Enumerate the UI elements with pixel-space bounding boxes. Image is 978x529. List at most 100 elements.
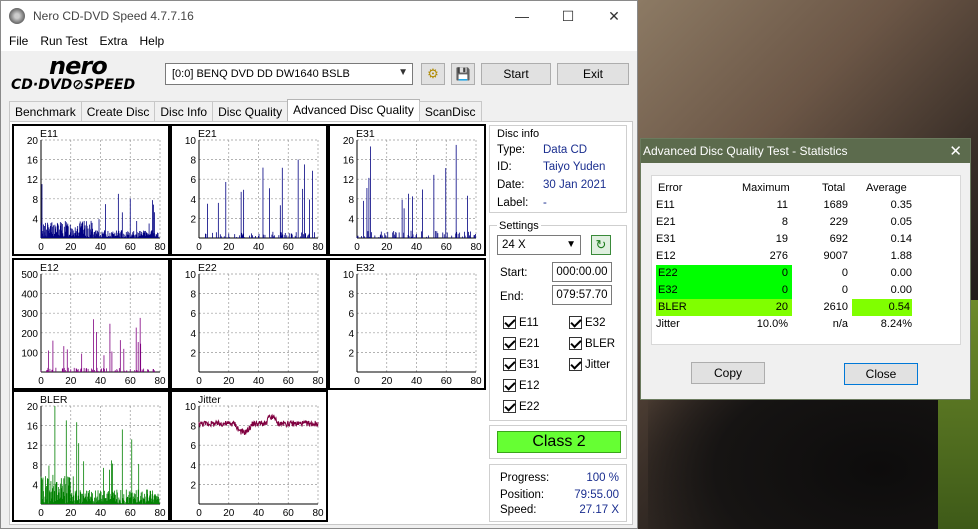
y-tick-label: 8 <box>32 195 38 206</box>
cell-maximum: 19 <box>775 233 788 245</box>
cell-maximum: 20 <box>775 301 788 313</box>
chart-svg: 1086420 20 40 60 80E22 <box>185 262 324 387</box>
table-row: E22 0 0 0.00 <box>652 265 962 282</box>
table-row: Jitter 10.0% n/a 8.24% <box>652 316 962 333</box>
drive-info-button[interactable]: ⚙ <box>421 63 445 85</box>
y-tick-label: 4 <box>32 214 38 225</box>
position-label: Position: <box>500 489 545 501</box>
start-time-label: Start: <box>500 267 528 279</box>
menu-help[interactable]: Help <box>134 34 171 48</box>
header-maximum: Maximum <box>742 182 790 194</box>
chart-e11: 20 16 12 8 4 0 20 40 60 80 E11 <box>12 124 170 256</box>
speed-value: 27.17 X <box>579 504 619 516</box>
cell-average: 0.54 <box>852 299 912 316</box>
x-tick-label: 0 <box>196 242 202 253</box>
id-label: ID: <box>497 161 512 173</box>
close-icon[interactable]: ✕ <box>591 1 637 31</box>
cell-average: 8.24% <box>880 318 912 330</box>
cell-maximum: 276 <box>769 250 788 262</box>
start-button[interactable]: Start <box>481 63 551 85</box>
checkbox-jitter[interactable]: Jitter <box>569 358 610 371</box>
x-tick-label: 40 <box>411 376 423 387</box>
drive-select-value: [0:0] BENQ DVD DD DW1640 BSLB <box>172 68 350 80</box>
cell-average: 0.05 <box>890 216 912 228</box>
start-time-field[interactable]: 000:00.00 <box>552 262 612 282</box>
app-icon <box>9 8 25 24</box>
checkbox-checked-icon <box>503 358 516 371</box>
cell-average: 0.00 <box>890 267 912 279</box>
nero-logo: nero CD·DVD⊘SPEED <box>11 52 136 93</box>
checkbox-e32[interactable]: E32 <box>569 316 605 329</box>
checkbox-checked-icon <box>503 400 516 413</box>
tab-benchmark[interactable]: Benchmark <box>9 101 82 121</box>
speed-select[interactable]: 24 X ▼ <box>497 235 581 255</box>
tab-scandisc[interactable]: ScanDisc <box>418 101 482 121</box>
y-tick-label: 8 <box>190 422 196 433</box>
y-tick-label: 12 <box>27 441 39 452</box>
tab-advanced-disc-quality[interactable]: Advanced Disc Quality <box>287 99 420 121</box>
end-time-field[interactable]: 079:57.70 <box>552 285 612 305</box>
checkbox-e21[interactable]: E21 <box>503 337 539 350</box>
checkbox-e22[interactable]: E22 <box>503 400 539 413</box>
tab-disc-quality[interactable]: Disc Quality <box>212 101 289 121</box>
y-tick-label: 4 <box>32 480 38 491</box>
refresh-icon: ↻ <box>595 237 607 252</box>
table-row: E21 8 229 0.05 <box>652 214 962 231</box>
cell-average: 0.14 <box>890 233 912 245</box>
cell-total: 0 <box>841 284 848 296</box>
exit-button[interactable]: Exit <box>557 63 629 85</box>
cell-total: n/a <box>832 318 848 330</box>
y-tick-label: 10 <box>185 402 197 413</box>
settings-heading: Settings <box>497 220 541 232</box>
dialog-title-bar: Advanced Disc Quality Test - Statistics … <box>641 139 970 163</box>
x-tick-label: 80 <box>154 242 166 253</box>
refresh-button[interactable]: ↻ <box>591 235 611 255</box>
close-button[interactable]: Close <box>844 363 918 385</box>
dialog-close-icon[interactable]: ✕ <box>949 142 962 160</box>
x-tick-label: 60 <box>441 376 453 387</box>
cell-total: 229 <box>829 216 848 228</box>
menu-extra[interactable]: Extra <box>93 34 133 48</box>
date-value: 30 Jan 2021 <box>543 179 607 191</box>
y-tick-label: 200 <box>21 329 38 340</box>
checkbox-checked-icon <box>569 316 582 329</box>
copy-button[interactable]: Copy <box>691 362 765 384</box>
chart-jitter: 10 8 6 4 2 0 20 40 60 80 Jitter <box>170 390 328 522</box>
chart-title: E21 <box>198 128 217 140</box>
y-tick-label: 10 <box>185 270 197 281</box>
y-tick-label: 16 <box>343 156 355 167</box>
cell-maximum: 0 <box>781 284 788 296</box>
table-row: E11 11 1689 0.35 <box>652 197 962 214</box>
minimize-icon[interactable]: — <box>499 1 545 31</box>
x-tick-label: 20 <box>223 508 235 519</box>
checkbox-e31[interactable]: E31 <box>503 358 539 371</box>
tab-create-disc[interactable]: Create Disc <box>80 101 156 121</box>
menu-run-test[interactable]: Run Test <box>34 34 93 48</box>
y-tick-label: 2 <box>190 348 196 359</box>
chart-title: E12 <box>40 262 59 274</box>
checkbox-e12[interactable]: E12 <box>503 379 539 392</box>
chart-svg: 201612840 20 40 60 80E31 <box>343 128 482 253</box>
chart-title: E11 <box>40 128 58 140</box>
toolbar: nero CD·DVD⊘SPEED [0:0] BENQ DVD DD DW16… <box>1 52 639 95</box>
cell-maximum: 10.0% <box>756 318 788 330</box>
chart-title: E32 <box>356 262 375 274</box>
checkbox-bler[interactable]: BLER <box>569 337 615 350</box>
chart-title: E22 <box>198 262 217 274</box>
x-tick-label: 0 <box>196 508 202 519</box>
chart-svg: 201612840 20 40 60 80E11 <box>27 128 166 253</box>
y-tick-label: 500 <box>21 270 38 281</box>
tab-disc-info[interactable]: Disc Info <box>154 101 214 121</box>
checkbox-e11[interactable]: E11 <box>503 316 539 329</box>
save-button[interactable]: 💾 <box>451 63 475 85</box>
checkbox-checked-icon <box>503 379 516 392</box>
y-tick-label: 2 <box>190 480 196 491</box>
y-tick-label: 8 <box>32 461 38 472</box>
maximize-icon[interactable]: ☐ <box>545 1 591 31</box>
chart-svg: 1086420 20 40 60 80Jitter <box>185 394 324 519</box>
menu-file[interactable]: File <box>3 34 34 48</box>
x-tick-label: 20 <box>381 376 393 387</box>
drive-select[interactable]: [0:0] BENQ DVD DD DW1640 BSLB ▼ <box>165 63 413 85</box>
x-tick-label: 0 <box>38 376 44 387</box>
y-tick-label: 6 <box>190 441 196 452</box>
